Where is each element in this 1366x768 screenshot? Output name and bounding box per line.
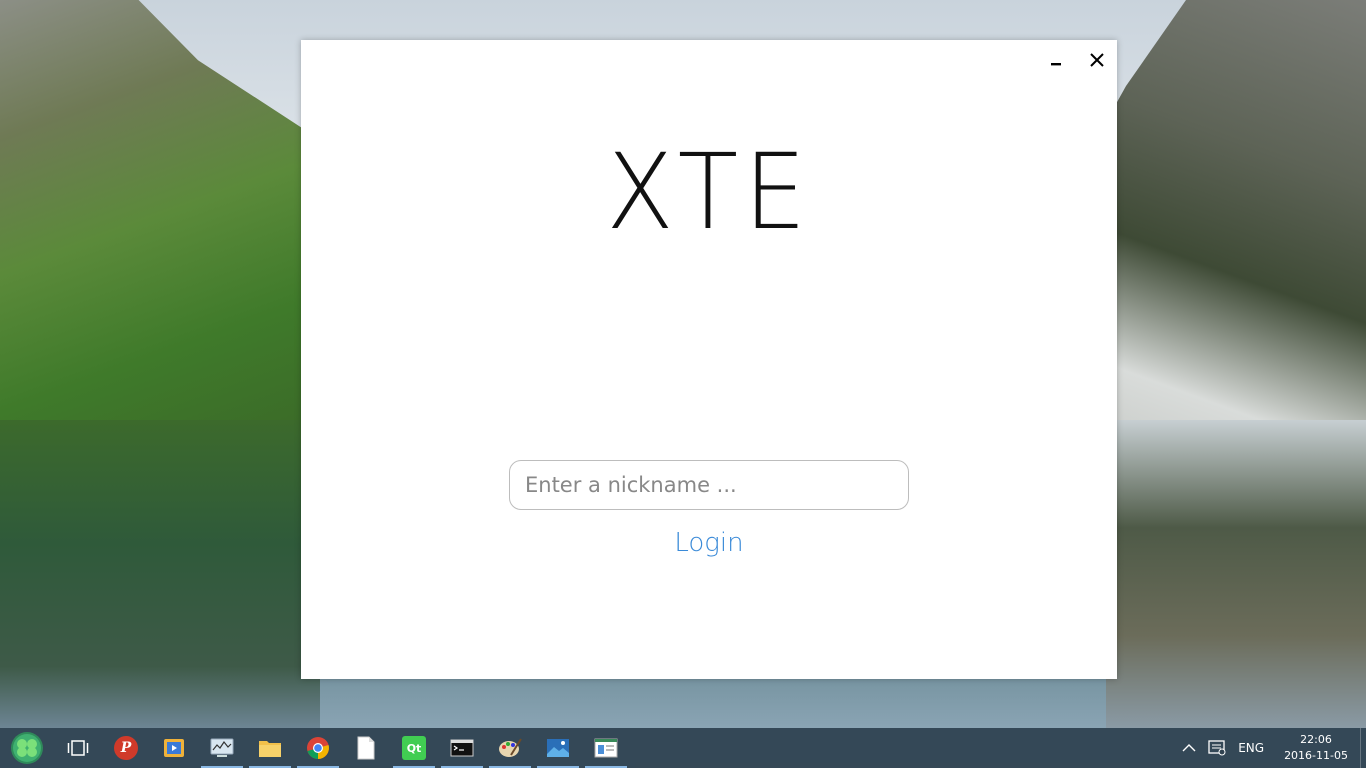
taskbar-media-player[interactable]: [150, 728, 198, 768]
qt-icon: Qt: [402, 736, 426, 760]
photos-icon: [547, 739, 569, 757]
window-app-icon: [594, 738, 618, 758]
minimize-icon: [1051, 63, 1061, 66]
taskbar-paint[interactable]: [486, 728, 534, 768]
close-button[interactable]: [1083, 48, 1111, 72]
clock-date: 2016-11-05: [1284, 749, 1348, 762]
show-hidden-icons-button[interactable]: [1176, 728, 1202, 768]
clock-time: 22:06: [1300, 733, 1332, 746]
chevron-up-icon: [1182, 744, 1196, 752]
notification-button[interactable]: [1202, 728, 1232, 768]
taskbar-chrome[interactable]: [294, 728, 342, 768]
minimize-button[interactable]: [1042, 48, 1070, 72]
chrome-icon: [307, 737, 329, 759]
login-button[interactable]: Login: [301, 528, 1117, 558]
taskbar-window-app[interactable]: [582, 728, 630, 768]
close-icon: [1090, 53, 1104, 67]
message-icon: [1208, 740, 1226, 756]
network-monitor-icon: [210, 738, 234, 757]
wallpaper-lake-reflection-left: [0, 420, 320, 728]
terminal-icon: [450, 739, 474, 757]
task-view-button[interactable]: [54, 728, 102, 768]
app-title: XTE: [606, 131, 812, 253]
start-button[interactable]: [0, 728, 54, 768]
paint-icon: [499, 738, 522, 757]
language-indicator[interactable]: ENG: [1232, 728, 1270, 768]
media-player-icon: [164, 739, 184, 757]
system-tray: ENG 22:06 2016-11-05: [1176, 728, 1366, 768]
psiphon-icon: P: [114, 736, 138, 760]
taskbar-file-explorer[interactable]: [246, 728, 294, 768]
clock[interactable]: 22:06 2016-11-05: [1270, 732, 1360, 764]
nickname-input[interactable]: [509, 460, 909, 510]
taskbar-photos[interactable]: [534, 728, 582, 768]
task-view-icon: [67, 740, 89, 756]
folder-icon: [259, 741, 281, 757]
wallpaper-lake-reflection-right: [1106, 420, 1366, 728]
taskbar-network-monitor[interactable]: [198, 728, 246, 768]
taskbar: P Qt ENG 22:06 2016-11-05: [0, 728, 1366, 768]
document-icon: [357, 736, 375, 760]
taskbar-notepad[interactable]: [342, 728, 390, 768]
taskbar-psiphon[interactable]: P: [102, 728, 150, 768]
taskbar-terminal[interactable]: [438, 728, 486, 768]
taskbar-qt-creator[interactable]: Qt: [390, 728, 438, 768]
language-label: ENG: [1238, 741, 1265, 755]
clover-icon: [11, 732, 43, 764]
xte-login-window: XTE Login: [301, 40, 1117, 679]
show-desktop-button[interactable]: [1360, 728, 1366, 768]
